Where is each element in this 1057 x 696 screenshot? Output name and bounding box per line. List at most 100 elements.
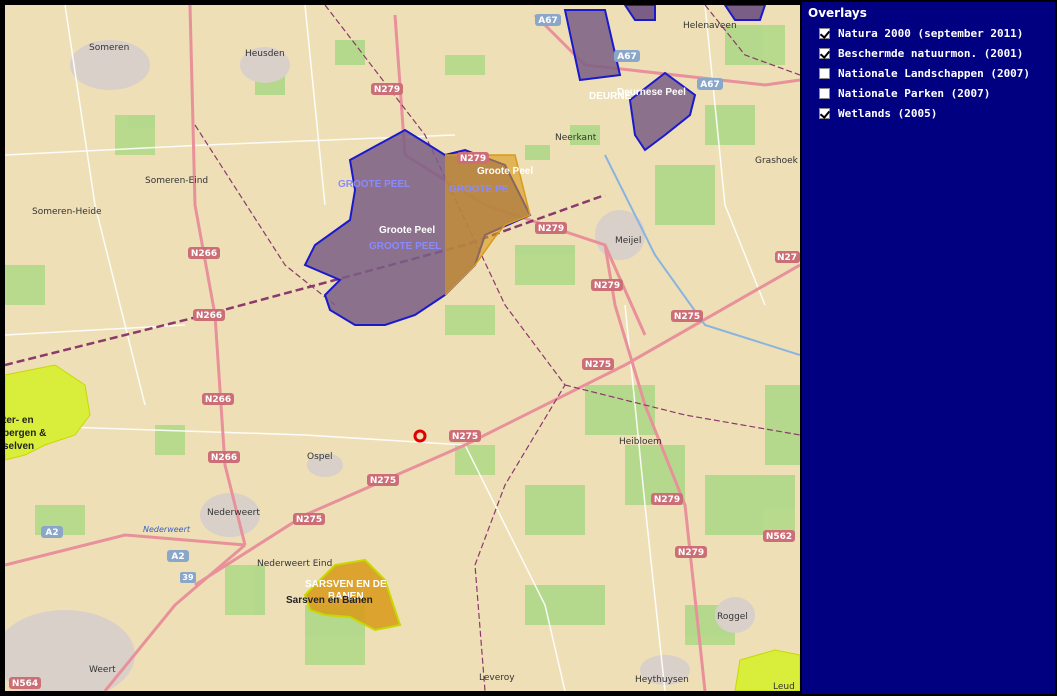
road-shield: A2	[41, 526, 63, 538]
road-label: A2	[171, 552, 184, 562]
road-shield: N275	[671, 310, 703, 322]
road-shield: N279	[371, 83, 403, 95]
place-label: Leud	[773, 682, 795, 691]
road-shield: N279	[535, 222, 567, 234]
area-label: bergen &	[5, 428, 46, 439]
map-canvas: Someren Heusden Helenaveen Neerkant Gras…	[5, 5, 800, 691]
road-label: N275	[452, 432, 478, 442]
natura-deurnese-strip	[623, 5, 656, 21]
place-label: Someren-Heide	[32, 207, 102, 217]
overlay-label: Nationale Parken (2007)	[838, 86, 991, 100]
area-label: GROOTE PEEL	[369, 241, 441, 252]
overlay-label: Natura 2000 (september 2011)	[838, 26, 1024, 40]
road-label: N275	[585, 360, 611, 370]
overlay-label: Beschermde natuurmon. (2001)	[838, 46, 1024, 60]
checkbox[interactable]	[819, 47, 830, 59]
road-label: A2	[45, 528, 58, 538]
road-shield: N279	[651, 493, 683, 505]
place-label: Grashoek	[755, 156, 799, 166]
road-shield: 39	[180, 572, 196, 583]
place-label: Roggel	[717, 612, 748, 622]
road-label: N279	[460, 154, 486, 164]
road-label: N275	[370, 476, 396, 486]
natura-helenaveen	[723, 5, 767, 21]
area-label: GROOTE PE	[449, 184, 509, 195]
road-shield: N564	[9, 677, 41, 689]
place-label: Nederweert Eind	[257, 559, 332, 569]
natura-deurnese-south	[628, 71, 697, 152]
overlay-label: Wetlands (2005)	[838, 106, 938, 120]
road-label: N275	[674, 312, 700, 322]
panel-title: Overlays	[808, 6, 867, 20]
place-label: Nederweert	[207, 508, 260, 518]
road-shield: N275	[293, 513, 325, 525]
road-label: N266	[211, 453, 237, 463]
road-shield: N562	[763, 530, 795, 542]
checkbox[interactable]	[819, 107, 830, 119]
place-label: Neerkant	[555, 133, 597, 143]
area-label: ter- en	[5, 415, 34, 426]
place-label: Heythuysen	[635, 675, 689, 685]
road-shield: N266	[202, 393, 234, 405]
place-label: Heibloem	[619, 437, 662, 447]
area-label: GROOTE PEEL	[338, 179, 410, 190]
overlay-beschermde-natuurmon[interactable]: Beschermde natuurmon. (2001)	[819, 45, 1023, 61]
overlay-nationale-parken[interactable]: Nationale Parken (2007)	[819, 85, 990, 101]
road-label: A67	[538, 16, 558, 26]
road-label: N266	[205, 395, 231, 405]
road-label: N279	[654, 495, 680, 505]
road-label: N279	[678, 548, 704, 558]
road-label: 39	[182, 573, 194, 582]
road-shield: N266	[193, 309, 225, 321]
place-label: Weert	[89, 665, 116, 675]
area-label: Groote Peel	[477, 166, 533, 177]
overlay-wetlands[interactable]: Wetlands (2005)	[819, 105, 937, 121]
place-label: Someren-Eind	[145, 176, 208, 186]
area-label: SARSVEN EN DE	[305, 579, 387, 590]
checkbox[interactable]	[819, 67, 830, 79]
road-shield: N266	[188, 247, 220, 259]
area-label: selven	[5, 441, 34, 452]
checkbox[interactable]	[819, 27, 830, 39]
place-label: Helenaveen	[683, 21, 737, 31]
road-label: N266	[196, 311, 222, 321]
road-label: N279	[374, 85, 400, 95]
area-label: Deurnese Peel	[617, 87, 686, 98]
road-shield: N279	[675, 546, 707, 558]
road-shield: A2	[167, 550, 189, 562]
area-label: Sarsven en Banen	[286, 595, 373, 606]
road-label: N562	[766, 532, 792, 542]
road-label: N279	[594, 281, 620, 291]
road-label: N564	[12, 679, 38, 689]
road-shield: N266	[208, 451, 240, 463]
road-label: A67	[700, 80, 720, 90]
area-label: Groote Peel	[379, 225, 435, 236]
road-shield: N275	[582, 358, 614, 370]
road-shield: N275	[367, 474, 399, 486]
natura-deurnese-north	[563, 9, 622, 82]
road-label: N266	[191, 249, 217, 259]
canal-label: Nederweert	[143, 525, 191, 534]
road-shield: A67	[614, 50, 640, 62]
overlay-natura-2000[interactable]: Natura 2000 (september 2011)	[819, 25, 1023, 41]
place-label: Leveroy	[479, 673, 515, 683]
map-view[interactable]: Someren Heusden Helenaveen Neerkant Gras…	[5, 5, 800, 691]
overlay-nationale-landschappen[interactable]: Nationale Landschappen (2007)	[819, 65, 1030, 81]
road-label: N27	[777, 253, 797, 263]
road-shield: A67	[697, 78, 723, 90]
place-label: Someren	[89, 43, 129, 53]
place-label: Meijel	[615, 236, 641, 246]
place-label: Heusden	[245, 49, 285, 59]
checkbox[interactable]	[819, 87, 830, 99]
road-shield: N27	[775, 251, 800, 263]
road-shield: N279	[457, 152, 489, 164]
road-label: N275	[296, 515, 322, 525]
location-marker[interactable]	[413, 429, 427, 443]
overlay-label: Nationale Landschappen (2007)	[838, 66, 1031, 80]
road-label: N279	[538, 224, 564, 234]
road-label: A67	[617, 52, 637, 62]
overlays-panel: Overlays Natura 2000 (september 2011) Be…	[802, 2, 1055, 694]
road-shield: N279	[591, 279, 623, 291]
road-shield: N275	[449, 430, 481, 442]
road-shield: A67	[535, 14, 561, 26]
